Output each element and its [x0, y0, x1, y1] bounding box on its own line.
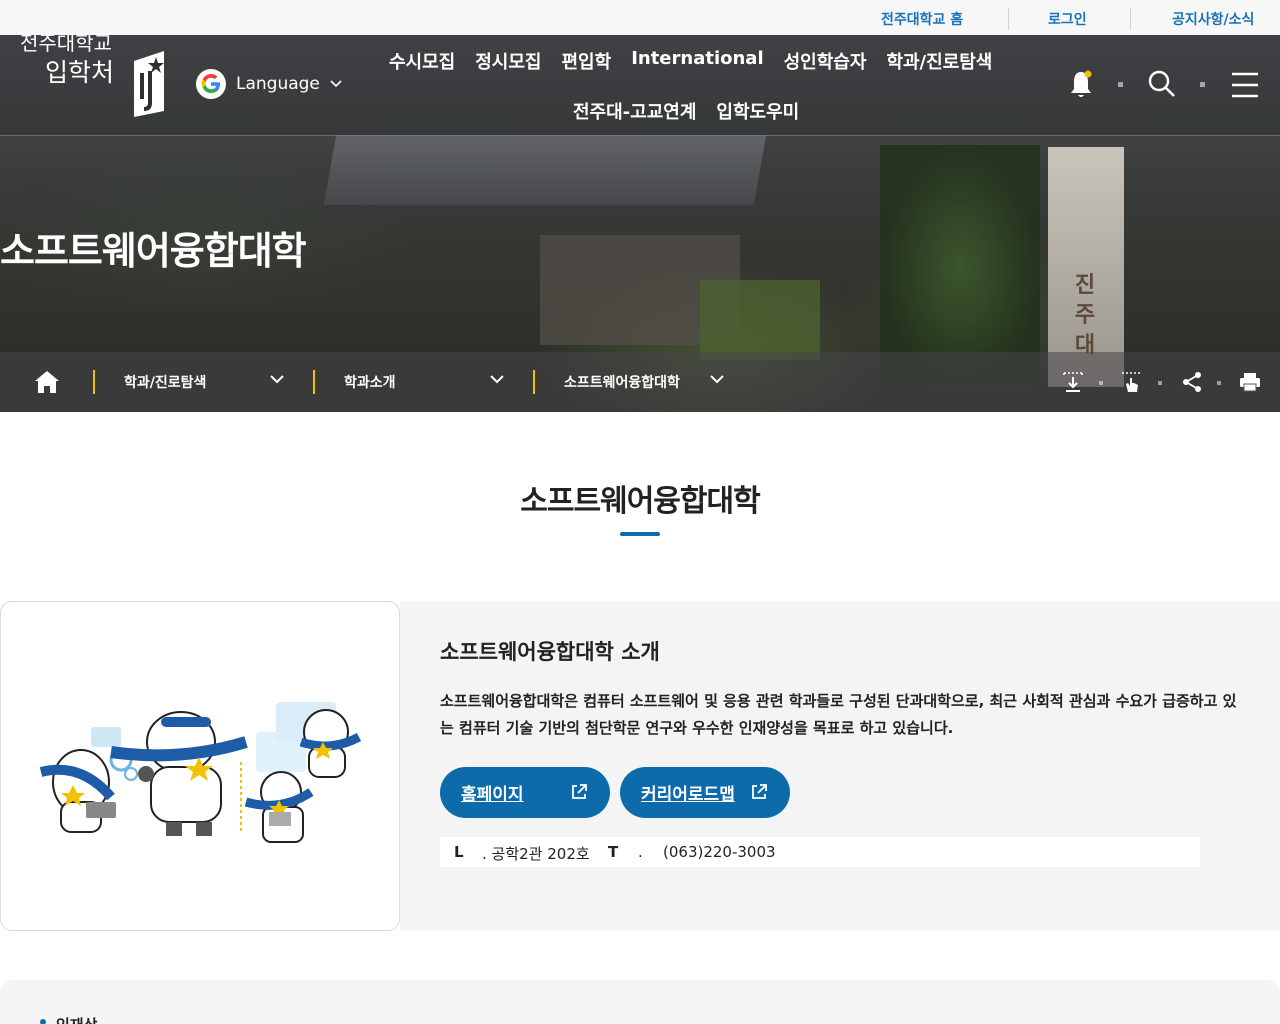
mascot-illustration-icon	[39, 702, 362, 843]
hero-tower: 진 주 대	[1048, 147, 1124, 387]
menu-item-rolling[interactable]: 수시모집	[389, 48, 455, 74]
university-emblem-icon	[134, 51, 164, 117]
divider-dot	[1158, 381, 1162, 385]
talent-section	[0, 980, 1280, 1024]
divider-dot	[1200, 82, 1205, 87]
zoom-out-icon[interactable]	[1120, 371, 1142, 393]
career-roadmap-button-label: 커리어로드맵	[641, 785, 735, 805]
menu-item-international[interactable]: International	[631, 48, 763, 74]
location-label: L	[454, 843, 464, 861]
phone-separator: .	[638, 843, 643, 861]
hamburger-menu-icon[interactable]	[1231, 72, 1259, 98]
location-value: . 공학2관 202호	[482, 845, 590, 863]
menu-item-adult-learner[interactable]: 성인학습자	[784, 48, 867, 74]
hero-trees	[880, 145, 1040, 385]
intro-description: 소프트웨어융합대학은 컴퓨터 소프트웨어 및 응용 관련 학과들로 구성된 단과…	[440, 692, 1237, 737]
tower-char: 진	[1074, 273, 1096, 298]
menu-item-transfer[interactable]: 편입학	[562, 48, 612, 74]
divider-dot	[1217, 381, 1221, 385]
homepage-button[interactable]: 홈페이지	[440, 767, 610, 818]
menu-item-department[interactable]: 학과/진로탐색	[886, 48, 992, 74]
intro-heading: 소프트웨어융합대학 소개	[440, 640, 660, 664]
logo[interactable]: 전주대학교 입학처	[20, 28, 114, 88]
bullet-dot	[40, 1019, 46, 1024]
contact-info: L . 공학2관 202호 T . (063)220-3003	[440, 837, 1200, 867]
breadcrumb-item-intro[interactable]: 학과소개	[344, 372, 396, 392]
utility-bar: 전주대학교 홈 로그인 공지사항/소식	[0, 0, 1280, 35]
breadcrumb-item-department[interactable]: 학과/진로탐색	[124, 372, 206, 392]
breadcrumb-item-college[interactable]: 소프트웨어융합대학	[564, 372, 680, 392]
search-icon[interactable]	[1147, 69, 1177, 99]
main-menu-row2: 전주대-고교연계 입학도우미	[573, 98, 799, 124]
divider	[1130, 8, 1131, 30]
google-icon	[196, 69, 226, 99]
divider-dot	[1099, 381, 1103, 385]
title-underline	[620, 532, 660, 536]
chevron-down-icon[interactable]	[710, 374, 724, 384]
divider-dot	[1118, 82, 1123, 87]
logo-line1: 전주대학교	[20, 31, 112, 55]
hero-green-wall	[700, 280, 820, 360]
university-home-link[interactable]: 전주대학교 홈	[881, 9, 963, 29]
language-label: Language	[236, 74, 320, 94]
bell-icon[interactable]	[1068, 69, 1094, 99]
divider	[1008, 8, 1009, 30]
menu-item-highschool-link[interactable]: 전주대-고교연계	[573, 98, 696, 124]
homepage-button-label: 홈페이지	[461, 785, 524, 805]
breadcrumb-divider	[93, 370, 95, 394]
hero-title: 소프트웨어융합대학	[0, 229, 307, 273]
breadcrumb-divider	[313, 370, 315, 394]
external-link-icon	[572, 784, 587, 799]
chevron-down-icon[interactable]	[490, 374, 504, 384]
college-illustration	[0, 601, 400, 931]
language-selector[interactable]: Language	[196, 69, 342, 99]
notice-link[interactable]: 공지사항/소식	[1172, 9, 1254, 29]
share-icon[interactable]	[1181, 371, 1203, 393]
main-menu-row1: 수시모집 정시모집 편입학 International 성인학습자 학과/진로탐…	[389, 48, 992, 74]
phone-number: (063)220-3003	[663, 843, 776, 861]
page-title: 소프트웨어융합대학	[520, 484, 760, 519]
menu-item-regular[interactable]: 정시모집	[475, 48, 541, 74]
chevron-down-icon	[330, 80, 342, 88]
hero-building	[323, 135, 767, 205]
phone-label: T	[608, 843, 619, 861]
tower-char: 주	[1074, 303, 1096, 328]
talent-section-label: 인재상	[56, 1014, 97, 1024]
external-link-icon	[752, 784, 767, 799]
chevron-down-icon[interactable]	[270, 374, 284, 384]
logo-line2: 입학처	[45, 58, 115, 87]
home-icon[interactable]	[34, 370, 60, 394]
zoom-in-icon[interactable]	[1062, 371, 1084, 393]
breadcrumb-divider	[533, 370, 535, 394]
print-icon[interactable]	[1239, 371, 1261, 393]
breadcrumb: 학과/진로탐색 학과소개 소프트웨어융합대학	[0, 352, 1280, 412]
career-roadmap-button[interactable]: 커리어로드맵	[620, 767, 790, 818]
menu-item-admission-helper[interactable]: 입학도우미	[716, 98, 799, 124]
login-link[interactable]: 로그인	[1048, 9, 1087, 29]
